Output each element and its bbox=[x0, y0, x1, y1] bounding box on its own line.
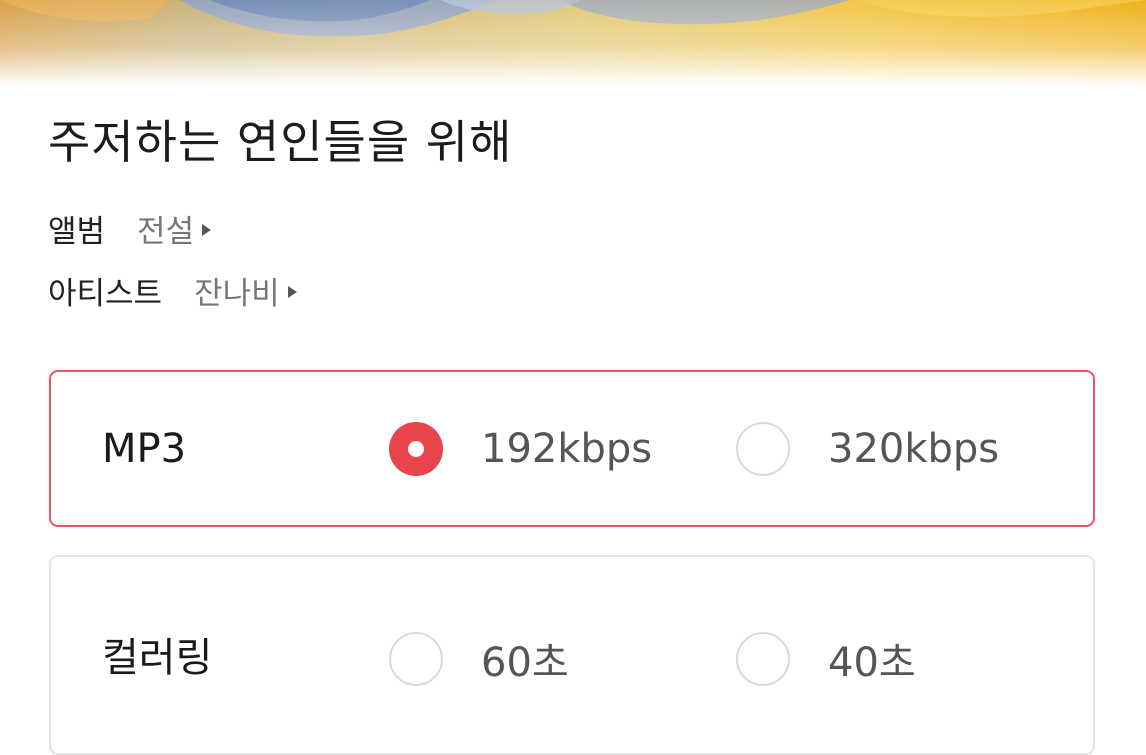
album-name[interactable]: 전설 bbox=[137, 206, 194, 251]
mp3-192kbps-option[interactable]: 192kbps bbox=[389, 419, 652, 479]
mp3-label: MP3 bbox=[102, 426, 187, 472]
coloring-60s-label[interactable]: 60초 bbox=[481, 630, 569, 688]
artist-link[interactable]: 잔나비 bbox=[194, 268, 297, 313]
radio-unselected-icon[interactable] bbox=[736, 632, 790, 686]
radio-selected-icon[interactable] bbox=[389, 422, 443, 476]
song-title: 주저하는 연인들을 위해 bbox=[48, 115, 513, 169]
mp3-192kbps-label[interactable]: 192kbps bbox=[481, 426, 652, 472]
caret-right-icon bbox=[287, 286, 297, 298]
mp3-320kbps-option[interactable]: 320kbps bbox=[736, 419, 999, 479]
artist-label: 아티스트 bbox=[48, 275, 163, 312]
album-row: 앨범 전설 bbox=[48, 206, 212, 251]
album-link[interactable]: 전설 bbox=[137, 206, 212, 251]
mp3-option-card[interactable]: MP3 192kbps 320kbps bbox=[49, 370, 1095, 527]
coloring-60s-option[interactable]: 60초 bbox=[389, 629, 569, 689]
album-art-banner bbox=[0, 0, 1146, 86]
radio-unselected-icon[interactable] bbox=[736, 422, 790, 476]
mp3-320kbps-label[interactable]: 320kbps bbox=[828, 426, 999, 472]
album-label: 앨범 bbox=[48, 213, 106, 250]
artist-name[interactable]: 잔나비 bbox=[194, 268, 280, 313]
coloring-40s-label[interactable]: 40초 bbox=[828, 630, 916, 688]
coloring-option-card[interactable]: 컬러링 60초 40초 bbox=[49, 555, 1095, 755]
coloring-40s-option[interactable]: 40초 bbox=[736, 629, 916, 689]
artist-row: 아티스트 잔나비 bbox=[48, 268, 297, 312]
radio-unselected-icon[interactable] bbox=[389, 632, 443, 686]
coloring-label: 컬러링 bbox=[102, 635, 213, 681]
caret-right-icon bbox=[202, 224, 212, 236]
